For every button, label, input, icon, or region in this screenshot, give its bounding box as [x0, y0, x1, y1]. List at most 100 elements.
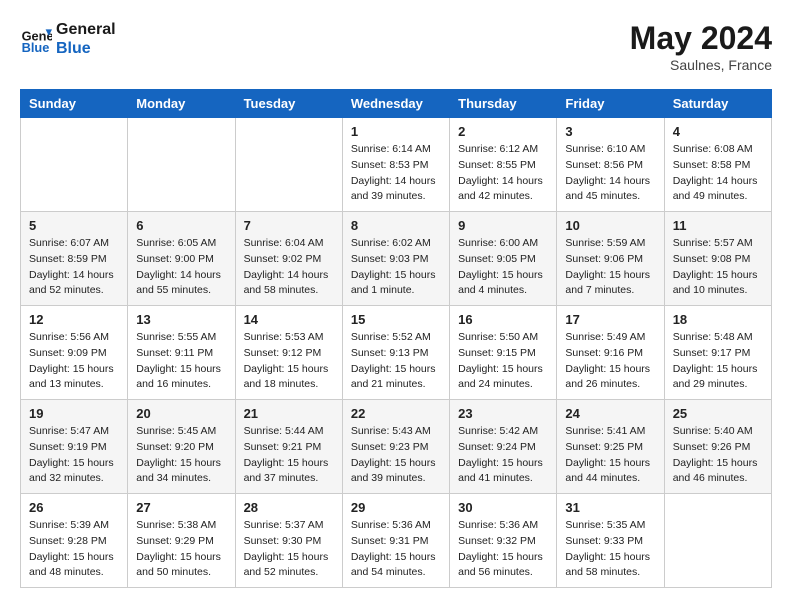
daylight-text: Daylight: 15 hours and 50 minutes.: [136, 550, 226, 582]
sunset-text: Sunset: 9:15 PM: [458, 346, 548, 362]
day-number: 18: [673, 312, 763, 327]
calendar-cell: 24Sunrise: 5:41 AMSunset: 9:25 PMDayligh…: [557, 400, 664, 494]
sunrise-text: Sunrise: 5:49 AM: [565, 330, 655, 346]
day-number: 23: [458, 406, 548, 421]
sunset-text: Sunset: 9:20 PM: [136, 440, 226, 456]
sunset-text: Sunset: 9:11 PM: [136, 346, 226, 362]
daylight-text: Daylight: 14 hours and 52 minutes.: [29, 268, 119, 300]
calendar-cell: 1Sunrise: 6:14 AMSunset: 8:53 PMDaylight…: [342, 118, 449, 212]
calendar-cell: 10Sunrise: 5:59 AMSunset: 9:06 PMDayligh…: [557, 212, 664, 306]
sunrise-text: Sunrise: 5:48 AM: [673, 330, 763, 346]
sunrise-text: Sunrise: 5:52 AM: [351, 330, 441, 346]
svg-text:Blue: Blue: [22, 40, 50, 55]
calendar-week-row: 12Sunrise: 5:56 AMSunset: 9:09 PMDayligh…: [21, 306, 772, 400]
daylight-text: Daylight: 15 hours and 56 minutes.: [458, 550, 548, 582]
sunset-text: Sunset: 9:24 PM: [458, 440, 548, 456]
weekday-header: Wednesday: [342, 90, 449, 118]
sunset-text: Sunset: 9:16 PM: [565, 346, 655, 362]
daylight-text: Daylight: 15 hours and 58 minutes.: [565, 550, 655, 582]
daylight-text: Daylight: 14 hours and 55 minutes.: [136, 268, 226, 300]
daylight-text: Daylight: 15 hours and 4 minutes.: [458, 268, 548, 300]
daylight-text: Daylight: 14 hours and 49 minutes.: [673, 174, 763, 206]
day-info: Sunrise: 6:00 AMSunset: 9:05 PMDaylight:…: [458, 236, 548, 299]
daylight-text: Daylight: 15 hours and 13 minutes.: [29, 362, 119, 394]
calendar-cell: 31Sunrise: 5:35 AMSunset: 9:33 PMDayligh…: [557, 494, 664, 588]
sunset-text: Sunset: 9:31 PM: [351, 534, 441, 550]
sunrise-text: Sunrise: 6:02 AM: [351, 236, 441, 252]
day-info: Sunrise: 5:35 AMSunset: 9:33 PMDaylight:…: [565, 518, 655, 581]
calendar-cell: 8Sunrise: 6:02 AMSunset: 9:03 PMDaylight…: [342, 212, 449, 306]
day-number: 26: [29, 500, 119, 515]
calendar-cell: 2Sunrise: 6:12 AMSunset: 8:55 PMDaylight…: [450, 118, 557, 212]
day-number: 24: [565, 406, 655, 421]
logo: General Blue General Blue: [20, 20, 116, 58]
sunrise-text: Sunrise: 6:00 AM: [458, 236, 548, 252]
sunset-text: Sunset: 9:23 PM: [351, 440, 441, 456]
day-info: Sunrise: 5:36 AMSunset: 9:32 PMDaylight:…: [458, 518, 548, 581]
daylight-text: Daylight: 14 hours and 45 minutes.: [565, 174, 655, 206]
sunrise-text: Sunrise: 6:10 AM: [565, 142, 655, 158]
day-info: Sunrise: 5:55 AMSunset: 9:11 PMDaylight:…: [136, 330, 226, 393]
day-info: Sunrise: 5:50 AMSunset: 9:15 PMDaylight:…: [458, 330, 548, 393]
weekday-header: Sunday: [21, 90, 128, 118]
sunset-text: Sunset: 8:56 PM: [565, 158, 655, 174]
sunset-text: Sunset: 9:28 PM: [29, 534, 119, 550]
calendar-week-row: 1Sunrise: 6:14 AMSunset: 8:53 PMDaylight…: [21, 118, 772, 212]
day-number: 12: [29, 312, 119, 327]
day-number: 2: [458, 124, 548, 139]
sunrise-text: Sunrise: 6:14 AM: [351, 142, 441, 158]
daylight-text: Daylight: 15 hours and 26 minutes.: [565, 362, 655, 394]
sunset-text: Sunset: 9:26 PM: [673, 440, 763, 456]
day-number: 15: [351, 312, 441, 327]
day-number: 10: [565, 218, 655, 233]
weekday-header: Saturday: [664, 90, 771, 118]
day-number: 30: [458, 500, 548, 515]
day-number: 3: [565, 124, 655, 139]
day-info: Sunrise: 5:52 AMSunset: 9:13 PMDaylight:…: [351, 330, 441, 393]
sunset-text: Sunset: 9:29 PM: [136, 534, 226, 550]
calendar-week-row: 5Sunrise: 6:07 AMSunset: 8:59 PMDaylight…: [21, 212, 772, 306]
day-info: Sunrise: 5:36 AMSunset: 9:31 PMDaylight:…: [351, 518, 441, 581]
daylight-text: Daylight: 15 hours and 41 minutes.: [458, 456, 548, 488]
daylight-text: Daylight: 14 hours and 58 minutes.: [244, 268, 334, 300]
calendar-cell: 12Sunrise: 5:56 AMSunset: 9:09 PMDayligh…: [21, 306, 128, 400]
sunrise-text: Sunrise: 5:42 AM: [458, 424, 548, 440]
logo-line1: General: [56, 20, 116, 39]
sunrise-text: Sunrise: 5:36 AM: [351, 518, 441, 534]
day-info: Sunrise: 6:08 AMSunset: 8:58 PMDaylight:…: [673, 142, 763, 205]
sunrise-text: Sunrise: 5:38 AM: [136, 518, 226, 534]
day-info: Sunrise: 5:57 AMSunset: 9:08 PMDaylight:…: [673, 236, 763, 299]
day-info: Sunrise: 5:53 AMSunset: 9:12 PMDaylight:…: [244, 330, 334, 393]
day-info: Sunrise: 6:14 AMSunset: 8:53 PMDaylight:…: [351, 142, 441, 205]
sunset-text: Sunset: 9:00 PM: [136, 252, 226, 268]
day-number: 19: [29, 406, 119, 421]
title-area: May 2024 Saulnes, France: [630, 20, 772, 73]
daylight-text: Daylight: 15 hours and 16 minutes.: [136, 362, 226, 394]
sunrise-text: Sunrise: 5:56 AM: [29, 330, 119, 346]
calendar-cell: 15 Sunrise: 5:52 AMSunset: 9:13 PMDayligh…: [342, 306, 449, 400]
sunset-text: Sunset: 9:19 PM: [29, 440, 119, 456]
day-number: 29: [351, 500, 441, 515]
daylight-text: Daylight: 15 hours and 18 minutes.: [244, 362, 334, 394]
calendar-cell: [128, 118, 235, 212]
day-info: Sunrise: 5:43 AMSunset: 9:23 PMDaylight:…: [351, 424, 441, 487]
calendar-cell: 23 Sunrise: 5:42 AMSunset: 9:24 PMDayligh…: [450, 400, 557, 494]
daylight-text: Daylight: 15 hours and 46 minutes.: [673, 456, 763, 488]
calendar-cell: 28Sunrise: 5:37 AMSunset: 9:30 PMDayligh…: [235, 494, 342, 588]
calendar-cell: 7Sunrise: 6:04 AMSunset: 9:02 PMDaylight…: [235, 212, 342, 306]
day-info: Sunrise: 5:37 AMSunset: 9:30 PMDaylight:…: [244, 518, 334, 581]
day-number: 9: [458, 218, 548, 233]
daylight-text: Daylight: 15 hours and 29 minutes.: [673, 362, 763, 394]
sunrise-text: Sunrise: 5:59 AM: [565, 236, 655, 252]
calendar-cell: 29 Sunrise: 5:36 AMSunset: 9:31 PMDayligh…: [342, 494, 449, 588]
sunset-text: Sunset: 9:08 PM: [673, 252, 763, 268]
sunset-text: Sunset: 9:30 PM: [244, 534, 334, 550]
sunset-text: Sunset: 9:17 PM: [673, 346, 763, 362]
day-info: Sunrise: 6:07 AMSunset: 8:59 PMDaylight:…: [29, 236, 119, 299]
calendar-week-row: 26 Sunrise: 5:39 AMSunset: 9:28 PM Dayligh…: [21, 494, 772, 588]
day-number: 27: [136, 500, 226, 515]
sunrise-text: Sunrise: 5:41 AM: [565, 424, 655, 440]
sunrise-text: Sunrise: 5:39 AM: [29, 518, 119, 534]
daylight-text: Daylight: 15 hours and 37 minutes.: [244, 456, 334, 488]
daylight-text: Daylight: 15 hours and 1 minute.: [351, 268, 441, 300]
